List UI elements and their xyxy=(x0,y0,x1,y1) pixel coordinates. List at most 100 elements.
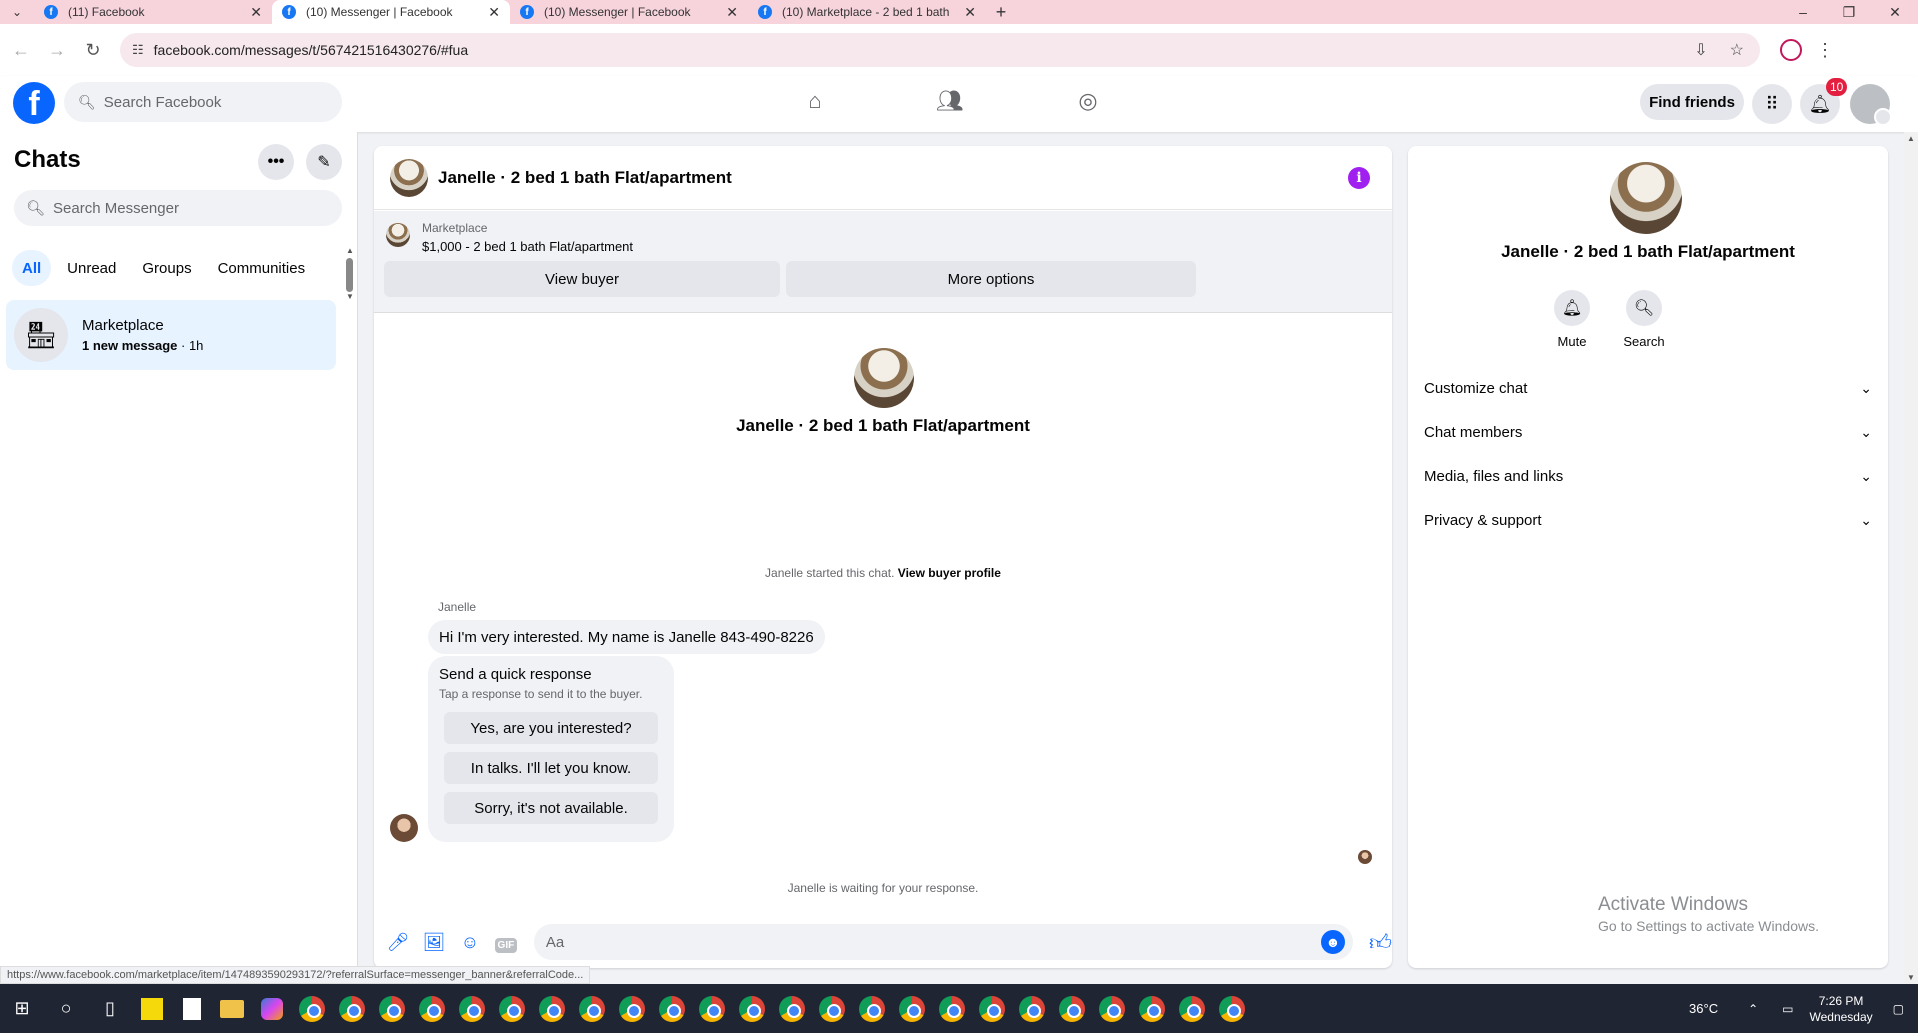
more-options-button[interactable]: More options xyxy=(786,261,1196,297)
thumbs-up-icon[interactable]: 👍︎ xyxy=(1369,929,1392,956)
listing-thumbnail[interactable] xyxy=(386,223,410,247)
chrome-icon[interactable] xyxy=(972,989,1012,1029)
chrome-icon[interactable] xyxy=(1012,989,1052,1029)
sticker-icon[interactable]: ☺ xyxy=(452,932,488,953)
listing-avatar[interactable] xyxy=(390,158,428,197)
chrome-icon[interactable] xyxy=(852,989,892,1029)
microphone-icon[interactable]: 🎤︎ xyxy=(380,932,416,953)
site-info-icon[interactable]: ☷ xyxy=(132,42,144,58)
emoji-icon[interactable]: ☻ xyxy=(1321,930,1346,954)
chrome-icon[interactable] xyxy=(732,989,772,1029)
groups-icon[interactable]: ◎ xyxy=(1068,88,1108,114)
minimize-icon[interactable]: – xyxy=(1780,0,1826,24)
accordion-privacy-support[interactable]: Privacy & support ⌄ xyxy=(1408,498,1888,542)
chrome-icon[interactable] xyxy=(1092,989,1132,1029)
accordion-chat-members[interactable]: Chat members ⌄ xyxy=(1408,410,1888,454)
page-scrollbar[interactable]: ▲ ▼ xyxy=(1904,132,1918,984)
bookmark-star-icon[interactable]: ☆ xyxy=(1730,40,1744,60)
photo-icon[interactable]: 🖼︎ xyxy=(416,932,452,953)
windows-start-icon[interactable]: ⊞ xyxy=(0,998,44,1019)
browser-tab-4[interactable]: f (10) Marketplace - 2 bed 1 bath ✕ xyxy=(748,0,986,24)
tab-close-icon[interactable]: ✕ xyxy=(726,4,738,21)
tab-close-icon[interactable]: ✕ xyxy=(488,4,500,21)
conversation-title[interactable]: Janelle · 2 bed 1 bath Flat/apartment xyxy=(438,168,732,188)
chrome-icon[interactable] xyxy=(772,989,812,1029)
filter-all[interactable]: All xyxy=(12,250,52,286)
filter-groups[interactable]: Groups xyxy=(132,250,201,286)
restore-icon[interactable]: ❐ xyxy=(1826,0,1872,24)
facebook-logo-icon[interactable]: f xyxy=(13,82,55,124)
tab-search-chevron-icon[interactable]: ⌄ xyxy=(0,0,34,24)
chrome-icon[interactable] xyxy=(1052,989,1092,1029)
document-icon[interactable] xyxy=(172,989,212,1029)
scroll-up-arrow-icon[interactable]: ▲ xyxy=(1907,134,1915,143)
listing-info-avatar[interactable] xyxy=(1610,162,1682,234)
chrome-icon[interactable] xyxy=(812,989,852,1029)
chat-list-scrollbar[interactable] xyxy=(346,258,353,292)
gif-icon[interactable]: GIF xyxy=(488,932,524,953)
chrome-icon[interactable] xyxy=(372,989,412,1029)
quick-response-button[interactable]: In talks. I'll let you know. xyxy=(444,752,658,784)
quick-response-button[interactable]: Sorry, it's not available. xyxy=(444,792,658,824)
chrome-icon[interactable] xyxy=(412,989,452,1029)
chrome-icon[interactable] xyxy=(612,989,652,1029)
chat-list-item[interactable]: 🏪︎ Marketplace 1 new message · 1h xyxy=(6,300,336,370)
browser-tab-3[interactable]: f (10) Messenger | Facebook ✕ xyxy=(510,0,748,24)
filter-communities[interactable]: Communities xyxy=(208,250,316,286)
chrome-icon[interactable] xyxy=(492,989,532,1029)
tab-close-icon[interactable]: ✕ xyxy=(964,4,976,21)
mute-action[interactable]: 🔔︎ Mute xyxy=(1542,290,1602,349)
notification-center-icon[interactable]: ▢ xyxy=(1893,1002,1904,1016)
tab-close-icon[interactable]: ✕ xyxy=(250,4,262,21)
browser-tab-1[interactable]: f (11) Facebook ✕ xyxy=(34,0,272,24)
quick-response-button[interactable]: Yes, are you interested? xyxy=(444,712,658,744)
chrome-icon[interactable] xyxy=(1172,989,1212,1029)
messenger-search-input[interactable]: 🔍︎ Search Messenger xyxy=(14,190,342,226)
address-bar[interactable]: ☷ facebook.com/messages/t/56742151643027… xyxy=(120,33,1760,67)
chrome-icon[interactable] xyxy=(1212,989,1252,1029)
chrome-icon[interactable] xyxy=(532,989,572,1029)
copilot-icon[interactable] xyxy=(252,989,292,1029)
tray-chevron-up-icon[interactable]: ⌃ xyxy=(1748,1002,1758,1016)
accordion-media-files-links[interactable]: Media, files and links ⌄ xyxy=(1408,454,1888,498)
chats-options-icon[interactable]: ••• xyxy=(258,144,294,180)
find-friends-button[interactable]: Find friends xyxy=(1640,84,1744,120)
browser-tab-2[interactable]: f (10) Messenger | Facebook ✕ xyxy=(272,0,510,24)
network-icon[interactable]: ▭ xyxy=(1782,1002,1793,1016)
chrome-icon[interactable] xyxy=(1132,989,1172,1029)
sender-avatar[interactable] xyxy=(390,814,418,842)
chrome-icon[interactable] xyxy=(332,989,372,1029)
new-message-icon[interactable]: ✎ xyxy=(306,144,342,180)
task-view-icon[interactable]: ▯ xyxy=(88,998,132,1019)
view-buyer-profile-link[interactable]: View buyer profile xyxy=(898,566,1001,580)
sticky-notes-icon[interactable] xyxy=(132,989,172,1029)
app-icon[interactable] xyxy=(292,989,332,1029)
browser-menu-icon[interactable]: ⋮ xyxy=(1816,40,1834,61)
scroll-down-arrow-icon[interactable]: ▼ xyxy=(1907,973,1915,982)
home-icon[interactable]: ⌂ xyxy=(795,88,835,114)
accordion-customize-chat[interactable]: Customize chat ⌄ xyxy=(1408,366,1888,410)
new-tab-icon[interactable]: + xyxy=(986,0,1016,24)
forward-arrow-icon[interactable]: → xyxy=(42,40,72,61)
search-action[interactable]: 🔍︎ Search xyxy=(1614,290,1674,349)
info-icon[interactable]: i xyxy=(1348,167,1370,189)
scroll-down-arrow-icon[interactable]: ▼ xyxy=(346,292,354,301)
chrome-icon[interactable] xyxy=(652,989,692,1029)
chrome-icon[interactable] xyxy=(452,989,492,1029)
scroll-up-arrow-icon[interactable]: ▲ xyxy=(346,246,354,255)
filter-unread[interactable]: Unread xyxy=(57,250,126,286)
listing-title[interactable]: $1,000 - 2 bed 1 bath Flat/apartment xyxy=(422,239,633,254)
chrome-icon[interactable] xyxy=(692,989,732,1029)
file-explorer-icon[interactable] xyxy=(212,989,252,1029)
install-app-icon[interactable]: ⇩ xyxy=(1694,40,1707,60)
taskbar-search-icon[interactable]: ○ xyxy=(44,998,88,1019)
taskbar-clock[interactable]: 7:26 PM Wednesday xyxy=(1810,993,1873,1025)
incoming-message-bubble[interactable]: Hi I'm very interested. My name is Janel… xyxy=(428,620,825,654)
account-avatar[interactable] xyxy=(1850,84,1892,126)
reload-icon[interactable]: ↻ xyxy=(78,40,108,61)
facebook-search-input[interactable]: 🔍︎ Search Facebook xyxy=(64,82,342,122)
weather-temperature[interactable]: 36°C xyxy=(1689,1001,1718,1016)
close-window-icon[interactable]: ✕ xyxy=(1872,0,1918,24)
friends-icon[interactable]: 👥︎ xyxy=(930,88,970,114)
message-input[interactable]: Aa ☻ xyxy=(533,924,1354,960)
